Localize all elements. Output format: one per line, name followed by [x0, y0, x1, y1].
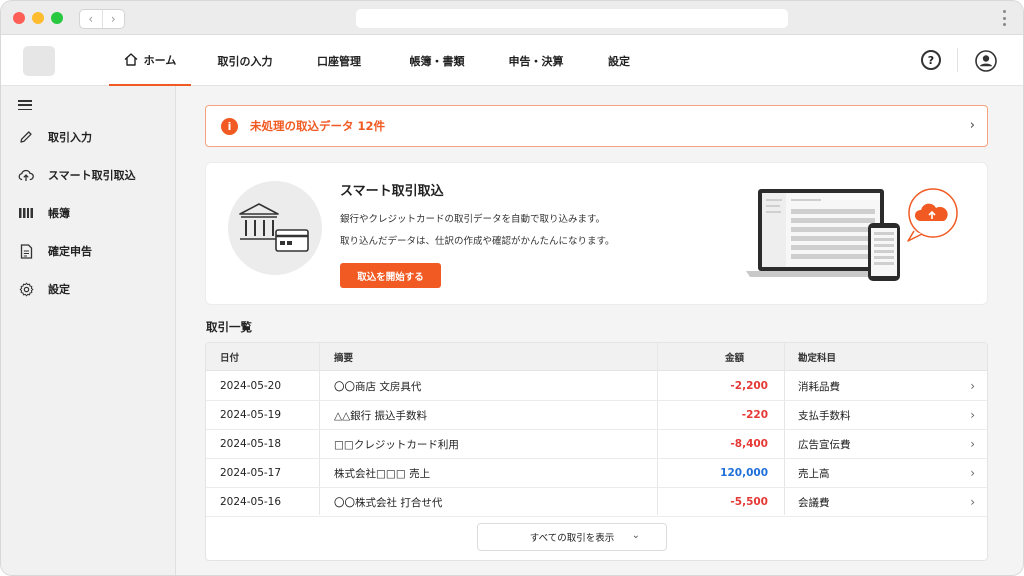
table-header: 日付 摘要 金額 勘定科目	[206, 343, 987, 371]
tab-label: 取引の入力	[217, 54, 273, 68]
cloud-upload-icon	[18, 167, 34, 183]
bank-card-illustration	[228, 181, 322, 275]
transactions-table: 日付 摘要 金額 勘定科目 2024-05-20 〇〇商店 文房具代 -2,200 消…	[205, 342, 988, 561]
row-account: 会議費	[798, 496, 830, 509]
column-header-summary[interactable]: 摘要	[334, 343, 353, 371]
tab-home-label: ホーム	[143, 53, 177, 67]
row-amount: -220	[741, 409, 768, 421]
nav-divider	[957, 48, 958, 72]
show-all-transactions-button[interactable]: すべての取引を表示 ⌄	[477, 523, 667, 551]
sidebar-item-smart-import[interactable]: スマート取引取込	[1, 160, 176, 190]
book-icon	[18, 205, 34, 221]
pencil-icon	[18, 129, 34, 145]
row-account: 支払手数料	[798, 409, 851, 422]
row-amount: -2,200	[730, 380, 768, 392]
tab-transaction-input[interactable]: 取引の入力	[209, 35, 281, 86]
unprocessed-import-alert[interactable]: i 未処理の取込データ 12件 ›	[205, 105, 988, 147]
table-row[interactable]: 2024-05-16 〇〇株式会社 打合せ代 -5,500 会議費 ›	[206, 488, 987, 517]
tab-books-documents[interactable]: 帳簿・書類	[401, 35, 473, 86]
forward-button[interactable]: ›	[103, 10, 125, 28]
home-icon	[124, 53, 138, 66]
row-summary: 〇〇株式会社 打合せ代	[334, 496, 443, 509]
help-icon[interactable]: ?	[921, 50, 941, 70]
app-window: ‹ › ホーム 取引の入力 口座管理 帳簿・書類 申告・決算 設定 ? 取引入力…	[0, 0, 1024, 576]
info-icon: i	[221, 117, 238, 135]
column-header-account[interactable]: 勘定科目	[798, 343, 836, 371]
sidebar-item-transaction-input[interactable]: 取引入力	[1, 122, 176, 152]
column-header-amount[interactable]: 金額	[725, 343, 744, 371]
tab-label: 申告・決算	[508, 54, 564, 68]
tab-filing-settlement[interactable]: 申告・決算	[499, 35, 573, 86]
start-import-button[interactable]: 取込を開始する	[340, 263, 441, 288]
table-row[interactable]: 2024-05-17 株式会社□□□ 売上 120,000 売上高 ›	[206, 459, 987, 488]
row-summary: □□クレジットカード利用	[334, 438, 459, 451]
chevron-right-icon: ›	[970, 466, 975, 480]
sidebar-item-label: 設定	[48, 283, 70, 296]
tab-home[interactable]: ホーム	[109, 35, 191, 86]
address-bar[interactable]	[356, 9, 788, 28]
import-card-title: スマート取引取込	[340, 184, 444, 199]
sidebar-item-settings[interactable]: 設定	[1, 274, 176, 304]
sidebar-item-books[interactable]: 帳簿	[1, 198, 176, 228]
row-account: 売上高	[798, 467, 830, 480]
row-summary: 〇〇商店 文房具代	[334, 380, 422, 393]
row-amount: -5,500	[730, 496, 768, 508]
tab-account-management[interactable]: 口座管理	[307, 35, 371, 86]
sidebar-item-tax-return[interactable]: 確定申告	[1, 236, 176, 266]
tab-label: 帳簿・書類	[409, 54, 465, 68]
sidebar-item-label: スマート取引取込	[48, 169, 136, 182]
show-all-label: すべての取引を表示	[529, 533, 615, 544]
bank-icon	[239, 203, 309, 252]
chevron-down-icon: ⌄	[631, 530, 640, 541]
row-date: 2024-05-20	[220, 380, 282, 392]
row-date: 2024-05-19	[220, 409, 282, 421]
minimize-window-button[interactable]	[32, 12, 44, 24]
maximize-window-button[interactable]	[51, 12, 63, 24]
document-icon	[18, 243, 34, 259]
app-logo[interactable]	[23, 46, 55, 76]
smart-import-card: スマート取引取込 銀行やクレジットカードの取引データを自動で取り込みます。 取り…	[205, 162, 988, 305]
close-window-button[interactable]	[13, 12, 25, 24]
table-row[interactable]: 2024-05-18 □□クレジットカード利用 -8,400 広告宣伝費 ›	[206, 430, 987, 459]
tab-settings[interactable]: 設定	[599, 35, 639, 86]
row-summary: △△銀行 振込手数料	[334, 409, 427, 422]
alert-text: 未処理の取込データ 12件	[250, 119, 386, 133]
row-summary: 株式会社□□□ 売上	[334, 467, 431, 480]
import-card-description: 銀行やクレジットカードの取引データを自動で取り込みます。	[340, 214, 606, 225]
browser-menu-icon[interactable]	[1003, 10, 1007, 26]
device-illustration	[746, 188, 958, 281]
tab-label: 設定	[608, 54, 630, 68]
back-button[interactable]: ‹	[80, 10, 103, 28]
table-row[interactable]: 2024-05-20 〇〇商店 文房具代 -2,200 消耗品費 ›	[206, 372, 987, 401]
row-date: 2024-05-18	[220, 438, 282, 450]
tab-label: 口座管理	[317, 54, 361, 68]
row-amount: 120,000	[720, 467, 768, 479]
top-navigation: ホーム 取引の入力 口座管理 帳簿・書類 申告・決算 設定 ?	[1, 35, 1023, 86]
transactions-title: 取引一覧	[206, 320, 252, 334]
chevron-right-icon: ›	[969, 118, 975, 133]
sidebar-item-label: 確定申告	[48, 245, 92, 258]
table-row[interactable]: 2024-05-19 △△銀行 振込手数料 -220 支払手数料 ›	[206, 401, 987, 430]
column-header-date[interactable]: 日付	[220, 343, 239, 371]
sidebar-item-label: 取引入力	[48, 131, 92, 144]
browser-titlebar: ‹ ›	[1, 1, 1023, 35]
menu-toggle-icon[interactable]	[18, 100, 32, 110]
row-account: 消耗品費	[798, 380, 840, 393]
chevron-right-icon: ›	[970, 495, 975, 509]
row-account: 広告宣伝費	[798, 438, 851, 451]
history-nav: ‹ ›	[79, 9, 125, 29]
user-account-icon[interactable]	[975, 50, 997, 72]
row-date: 2024-05-16	[220, 496, 282, 508]
chevron-right-icon: ›	[970, 408, 975, 422]
row-amount: -8,400	[730, 438, 768, 450]
chevron-right-icon: ›	[970, 379, 975, 393]
sidebar-item-label: 帳簿	[48, 207, 70, 220]
chevron-right-icon: ›	[970, 437, 975, 451]
sidebar: 取引入力 スマート取引取込 帳簿 確定申告 設定	[1, 86, 176, 575]
row-date: 2024-05-17	[220, 467, 282, 479]
gear-icon	[18, 281, 34, 297]
import-card-description: 取り込んだデータは、仕訳の作成や確認がかんたんになります。	[340, 236, 615, 247]
